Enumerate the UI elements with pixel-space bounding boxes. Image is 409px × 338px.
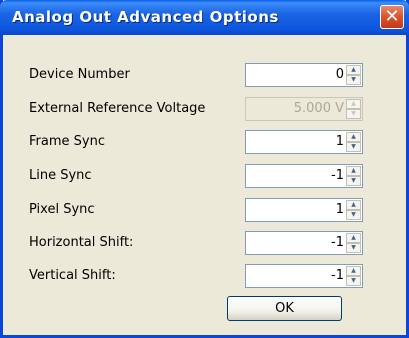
spin-up-icon[interactable]: ▲	[346, 233, 361, 243]
pixel-sync-spinner[interactable]: 1 ▲ ▼	[245, 198, 363, 222]
horizontal-shift-label: Horizontal Shift:	[29, 235, 134, 250]
pixel-sync-label: Pixel Sync	[29, 202, 95, 217]
spin-down-icon[interactable]: ▼	[346, 210, 361, 220]
horizontal-shift-spinner[interactable]: -1 ▲ ▼	[245, 231, 363, 255]
line-sync-value[interactable]: -1	[331, 168, 344, 183]
spin-up-icon[interactable]: ▲	[346, 166, 361, 176]
spin-up-icon: ▲	[346, 99, 361, 109]
horizontal-shift-value[interactable]: -1	[331, 235, 344, 250]
device-number-label: Device Number	[29, 67, 130, 82]
spin-down-icon[interactable]: ▼	[346, 276, 361, 286]
title-bar[interactable]: Analog Out Advanced Options ✕	[0, 0, 409, 35]
spin-down-icon[interactable]: ▼	[346, 75, 361, 85]
frame-sync-label: Frame Sync	[29, 134, 105, 149]
spin-down-icon[interactable]: ▼	[346, 243, 361, 253]
external-reference-voltage-value: 5.000 V	[293, 101, 344, 116]
dialog-window: Analog Out Advanced Options ✕ Device Num…	[0, 0, 409, 338]
pixel-sync-value[interactable]: 1	[336, 202, 344, 217]
spin-up-icon[interactable]: ▲	[346, 200, 361, 210]
frame-sync-spinner[interactable]: 1 ▲ ▼	[245, 130, 363, 154]
spin-down-icon: ▼	[346, 109, 361, 119]
device-number-spinner[interactable]: 0 ▲ ▼	[245, 63, 363, 87]
spin-down-icon[interactable]: ▼	[346, 142, 361, 152]
close-icon: ✕	[384, 6, 400, 27]
line-sync-spinner[interactable]: -1 ▲ ▼	[245, 164, 363, 188]
spin-down-icon[interactable]: ▼	[346, 176, 361, 186]
vertical-shift-label: Vertical Shift:	[29, 268, 116, 283]
vertical-shift-spinner[interactable]: -1 ▲ ▼	[245, 264, 363, 288]
ok-button[interactable]: OK	[227, 296, 342, 321]
device-number-value[interactable]: 0	[336, 67, 344, 82]
spin-up-icon[interactable]: ▲	[346, 65, 361, 75]
spin-up-icon[interactable]: ▲	[346, 266, 361, 276]
window-title: Analog Out Advanced Options	[12, 8, 279, 26]
vertical-shift-value[interactable]: -1	[331, 268, 344, 283]
line-sync-label: Line Sync	[29, 168, 92, 183]
spin-up-icon[interactable]: ▲	[346, 132, 361, 142]
external-reference-voltage-label: External Reference Voltage	[29, 101, 206, 116]
external-reference-voltage-spinner: 5.000 V ▲ ▼	[245, 97, 363, 121]
close-button[interactable]: ✕	[380, 5, 404, 29]
frame-sync-value[interactable]: 1	[336, 134, 344, 149]
